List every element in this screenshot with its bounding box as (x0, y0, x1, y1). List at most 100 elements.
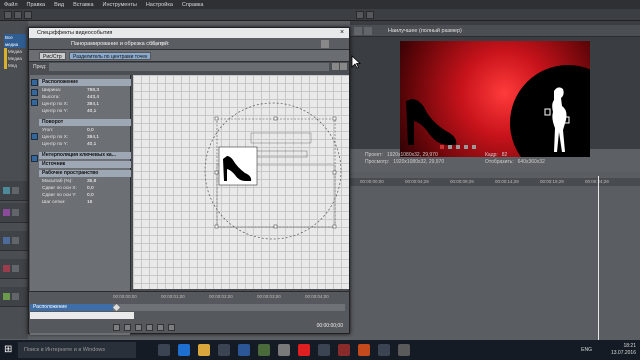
store-icon[interactable] (218, 344, 230, 356)
video-event-fx-dialog: Спецэффекты видеособытия × Панорамирован… (28, 27, 350, 335)
media-tree-item[interactable]: Медиа (4, 48, 26, 55)
kf-tick: 00:00:02;00 (209, 294, 233, 299)
track-mute-icon[interactable] (12, 237, 19, 244)
rotate-icon[interactable] (31, 89, 38, 96)
save-preset-icon[interactable] (332, 63, 339, 70)
track-header[interactable] (0, 287, 28, 307)
system-tray[interactable]: ENG 18:21 13.07.2016 (581, 343, 636, 357)
app-icon[interactable] (318, 344, 330, 356)
edge-icon[interactable] (178, 344, 190, 356)
menu-edit[interactable]: Правка (27, 2, 46, 8)
track-mute-icon[interactable] (12, 265, 19, 272)
track-header[interactable] (0, 181, 28, 201)
preview-settings-icon[interactable] (366, 11, 374, 19)
taskbar-search[interactable]: Поиск в Интернете и в Windows (18, 342, 136, 358)
section-rotation[interactable]: Поворот (39, 119, 131, 126)
track-list-panel: Все медиа Медиа Медиа Мед (0, 21, 28, 339)
media-tree-item[interactable]: Все медиа (4, 34, 26, 48)
timeline-ruler[interactable]: 00:00:00;00 00:00:04;29 00:00:09;29 00:0… (350, 178, 640, 186)
media-tree-item[interactable]: Мед (4, 62, 26, 69)
property-row: Центр по X: 384,1 (42, 135, 100, 140)
media-tree-item[interactable]: Медиа (4, 55, 26, 62)
position-button[interactable]: Рис/Стр (39, 52, 66, 60)
app-icon[interactable] (358, 344, 370, 356)
preset-dropdown[interactable] (49, 63, 329, 71)
menu-options[interactable]: Настройка (146, 2, 173, 8)
track-header[interactable] (0, 231, 28, 251)
new-icon[interactable] (4, 11, 12, 19)
stop-icon[interactable] (472, 145, 476, 149)
prev-keyframe-icon[interactable] (113, 323, 120, 331)
next-keyframe-icon[interactable] (146, 323, 153, 331)
section-workspace[interactable]: Рабочее пространство (39, 170, 131, 177)
preview-quality-label[interactable]: Наилучшее (полный размер) (388, 28, 462, 34)
plugin-chain-icon[interactable] (321, 40, 329, 48)
preview-quality-icon[interactable] (356, 11, 364, 19)
keyframe-track[interactable] (112, 303, 345, 312)
property-row: Угол: 0,0 (42, 128, 94, 133)
playhead[interactable] (598, 176, 599, 340)
menu-view[interactable]: Вид (54, 2, 64, 8)
preview-mode-icon[interactable] (364, 27, 372, 35)
move-icon[interactable] (31, 79, 38, 86)
task-view-icon[interactable] (158, 344, 170, 356)
delete-keyframe-icon[interactable] (135, 323, 142, 331)
app-icon[interactable] (338, 344, 350, 356)
record-icon[interactable] (440, 145, 444, 149)
preview-toolbar: Наилучшее (полный размер) (350, 25, 640, 37)
track-header[interactable] (0, 259, 28, 279)
input-language[interactable]: ENG (581, 347, 592, 354)
menu-help[interactable]: Справка (182, 2, 204, 8)
property-row: Шаг сетки: 16 (42, 200, 93, 205)
ruler-tick: 00:00:24;29 (585, 179, 609, 184)
loop-icon[interactable] (448, 145, 452, 149)
zoom-icon[interactable] (31, 99, 38, 106)
open-icon[interactable] (14, 11, 22, 19)
tab-file-name: Cf.png (149, 41, 164, 47)
save-icon[interactable] (24, 11, 32, 19)
frame-value: 82 (501, 152, 508, 158)
pan-crop-canvas[interactable] (133, 75, 349, 289)
app-icon[interactable] (238, 344, 250, 356)
keyframe-track-label[interactable] (30, 312, 134, 319)
timeline[interactable]: 00:00:00;00 00:00:04;29 00:00:09;29 00:0… (350, 172, 640, 340)
track-mute-icon[interactable] (12, 187, 19, 194)
file-explorer-icon[interactable] (198, 344, 210, 356)
track-mute-icon[interactable] (12, 293, 19, 300)
main-toolbar (0, 9, 640, 21)
preview-artwork (406, 65, 590, 157)
snap-icon[interactable] (31, 155, 38, 162)
close-icon[interactable]: × (338, 29, 346, 37)
section-position[interactable]: Расположение (39, 79, 131, 86)
yandex-browser-icon[interactable] (298, 344, 310, 356)
first-keyframe-icon[interactable] (157, 323, 164, 331)
pause-icon[interactable] (464, 145, 468, 149)
add-keyframe-icon[interactable] (124, 323, 131, 331)
windows-start-icon[interactable]: ⊞ (4, 344, 16, 356)
vegas-pro-icon[interactable] (398, 344, 410, 356)
last-keyframe-icon[interactable] (168, 323, 175, 331)
center-align-button[interactable]: Разделитель по центрами точек (69, 52, 152, 60)
dialog-title: Спецэффекты видеособытия (29, 28, 349, 38)
section-source[interactable]: Источник (39, 161, 131, 168)
preview-transport (440, 145, 530, 149)
ruler-tick: 00:00:19;29 (540, 179, 564, 184)
lock-icon[interactable] (31, 133, 38, 140)
track-header[interactable] (0, 203, 28, 223)
menu-file[interactable]: Файл (4, 2, 18, 8)
display-value: 640x360x32 (517, 159, 545, 165)
menu-insert[interactable]: Вставка (73, 2, 93, 8)
preview-settings-icon[interactable] (354, 27, 362, 35)
app-icon[interactable] (258, 344, 270, 356)
menu-tools[interactable]: Инструменты (103, 2, 137, 8)
keyframe-marker[interactable] (112, 303, 121, 312)
section-keyframe-interpolation[interactable]: Интерполяция ключевых ка... (39, 152, 131, 159)
play-icon[interactable] (456, 145, 460, 149)
delete-preset-icon[interactable] (340, 63, 347, 70)
track-mute-icon[interactable] (12, 209, 19, 216)
app-icon[interactable] (278, 344, 290, 356)
property-row: Центр по Y: 40,1 (42, 109, 97, 114)
dialog-subbar: Рис/Стр Разделитель по центрами точек (29, 50, 349, 62)
ruler-tick: 00:00:00;00 (360, 179, 384, 184)
app-icon[interactable] (378, 344, 390, 356)
